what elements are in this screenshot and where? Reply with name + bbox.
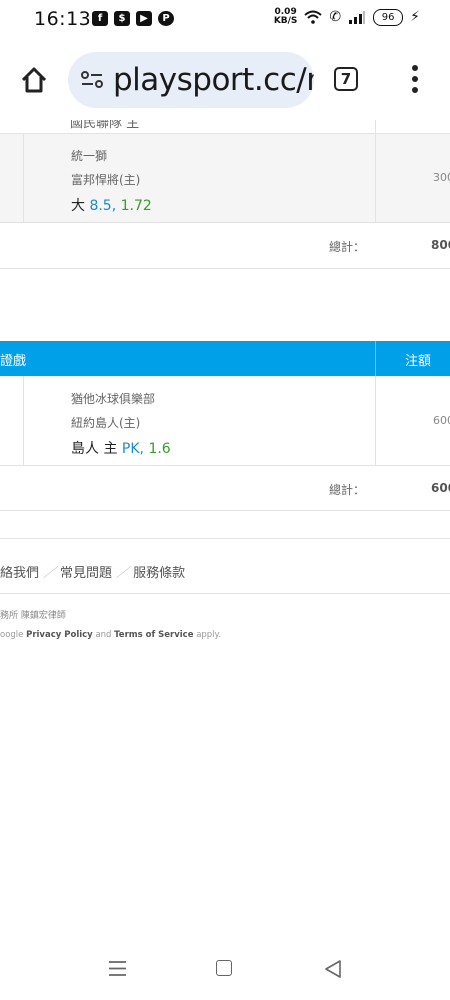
back-icon[interactable] [324, 960, 342, 978]
bet-odds: 1.72 [120, 198, 152, 214]
team-name: 紐約島人(主) [71, 416, 141, 430]
total-label: 總計： [329, 483, 366, 497]
charging-icon: ⚡ [410, 9, 420, 25]
browser-toolbar: playsport.cc/r 7 [0, 40, 450, 120]
footer-link-faq[interactable]: 常見問題 [60, 566, 112, 581]
home-icon[interactable] [18, 64, 50, 96]
row-divider [0, 465, 450, 466]
recent-apps-icon[interactable] [109, 960, 126, 977]
table-row: 猶他冰球俱樂部 紐約島人(主) 島人 主 PK, 1.6 600 [0, 376, 450, 465]
net-speed-unit: KB/S [273, 16, 298, 26]
table-header: 證戲 注額 [0, 341, 450, 376]
bet-selection: 大 8.5, 1.72 [71, 195, 152, 215]
footer-recaptcha-notice: oogle Privacy Policy and Terms of Servic… [0, 630, 221, 640]
net-speed: 0.09 KB/S [274, 8, 298, 26]
row-divider [0, 268, 450, 269]
column-divider [375, 376, 376, 465]
bet-line: 8.5, [89, 198, 117, 214]
status-bar: 16:13 f $ ▶ P 0.09 KB/S ✆ 96 ⚡ [0, 0, 450, 40]
bet-side: 大 [71, 198, 85, 214]
system-nav-bar [0, 940, 450, 1000]
bet-odds: 1.6 [148, 441, 171, 457]
recaptcha-and: and [95, 630, 112, 640]
footer-link-contact[interactable]: 絡我們 [0, 566, 39, 581]
team-name: 富邦悍將(主) [71, 173, 141, 187]
recaptcha-apply: apply. [196, 630, 222, 640]
signal-icon [349, 11, 366, 24]
footer-separator: ／ [116, 566, 130, 581]
wifi-icon [304, 10, 323, 24]
recaptcha-prefix: oogle [0, 630, 24, 640]
battery-icon: 96 [373, 8, 404, 26]
total-label: 總計： [329, 240, 366, 254]
system-icons: 0.09 KB/S ✆ 96 ⚡ [274, 8, 420, 26]
more-menu-icon[interactable] [410, 62, 420, 98]
bet-selection: 島人 主 PK, 1.6 [71, 438, 171, 458]
league-name: 猶他冰球俱樂部 [71, 392, 156, 406]
row-divider [0, 222, 450, 223]
column-divider [23, 134, 24, 222]
nav-home-icon[interactable] [216, 960, 232, 976]
page-content: 國民聯隊 主 統一獅 富邦悍將(主) 大 8.5, 1.72 300 總計： 8… [0, 120, 450, 1000]
section-divider [0, 538, 450, 539]
footer-legal-firm: 務所 陳鎮宏律師 [0, 611, 66, 621]
url-text[interactable]: playsport.cc/r [113, 62, 314, 98]
header-amount: 注額 [405, 354, 432, 369]
call-icon: ✆ [329, 9, 342, 25]
footer-link-terms[interactable]: 服務條款 [133, 566, 185, 581]
column-divider [375, 134, 376, 222]
header-divider [375, 341, 376, 376]
footer-links: 絡我們／常見問題／服務條款 [0, 562, 185, 581]
column-divider [375, 120, 376, 133]
table-row: 統一獅 富邦悍將(主) 大 8.5, 1.72 300 [0, 134, 450, 222]
privacy-policy-link[interactable]: Privacy Policy [26, 630, 93, 640]
bet-amount: 300 [433, 171, 450, 184]
header-game: 證戲 [0, 354, 27, 369]
total-value: 600 [431, 481, 450, 495]
column-divider [23, 376, 24, 465]
facebook-icon: f [92, 11, 108, 26]
tab-switcher-button[interactable]: 7 [334, 67, 358, 91]
youtube-icon: ▶ [136, 11, 152, 26]
status-time: 16:13 [34, 8, 92, 30]
p-app-icon: P [158, 11, 174, 26]
total-value: 800 [431, 238, 450, 252]
shopping-bag-icon: $ [114, 11, 130, 26]
footer-divider [0, 593, 450, 594]
footer-separator: ／ [43, 566, 57, 581]
row-divider [0, 510, 450, 511]
notification-icons: f $ ▶ P [92, 11, 174, 26]
address-bar[interactable]: playsport.cc/r [68, 52, 314, 108]
bet-side: 島人 主 [71, 441, 118, 457]
terms-of-service-link[interactable]: Terms of Service [114, 630, 193, 640]
league-name: 統一獅 [71, 149, 108, 163]
site-settings-icon[interactable] [80, 70, 104, 90]
bet-amount: 600 [433, 414, 450, 427]
partial-row-text: 國民聯隊 主 [70, 120, 140, 131]
bet-line: PK, [121, 441, 144, 457]
